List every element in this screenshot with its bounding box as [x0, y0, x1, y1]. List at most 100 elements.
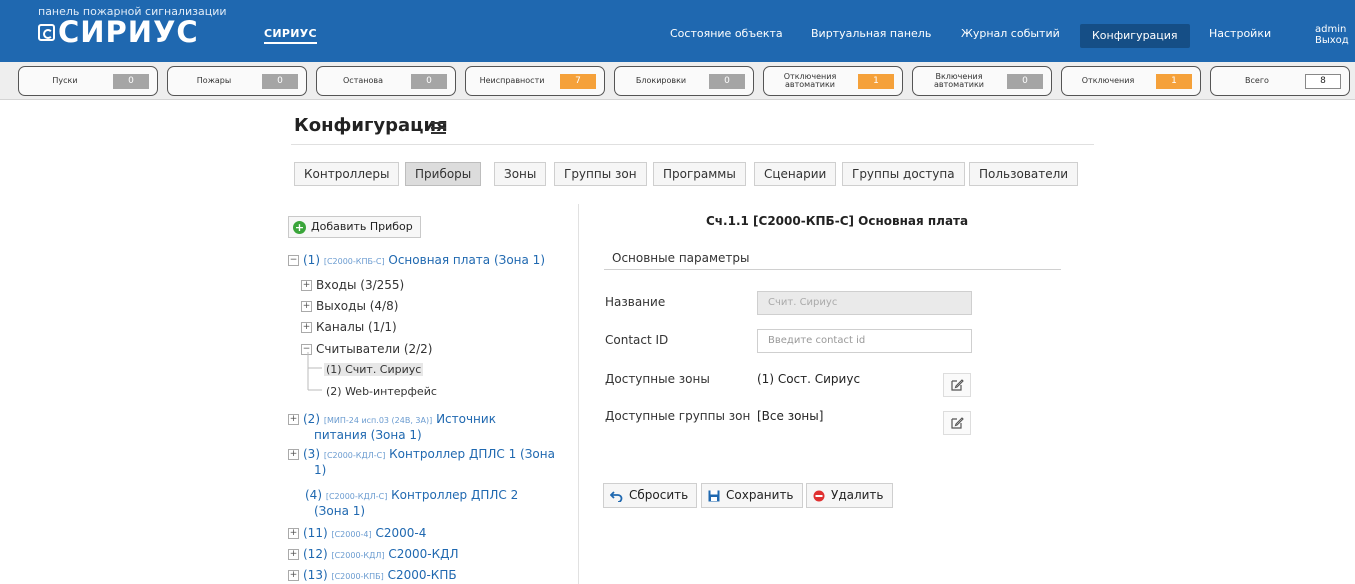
- counter-automatics-on[interactable]: Включения автоматики 0: [912, 66, 1052, 96]
- tab-zones[interactable]: Зоны: [494, 162, 547, 186]
- tree-device-1[interactable]: − (1) [C2000-КПБ-С] Основная плата (Зона …: [288, 253, 545, 269]
- expand-icon[interactable]: +: [301, 322, 312, 333]
- tab-users[interactable]: Пользователи: [969, 162, 1079, 186]
- tree-channels[interactable]: + Каналы (1/1): [301, 320, 397, 335]
- edit-zone-groups-button[interactable]: [943, 411, 971, 435]
- hamburger-icon[interactable]: [431, 122, 446, 134]
- counter-label: Всего: [1245, 76, 1269, 85]
- counter-value: 1: [858, 74, 894, 89]
- brand-logo[interactable]: панель пожарной сигнализации СИРИУС: [38, 6, 227, 49]
- page-title: Конфигурация: [294, 115, 448, 136]
- expand-icon[interactable]: +: [288, 414, 299, 425]
- tab-access-groups[interactable]: Группы доступа: [842, 162, 965, 186]
- counter-label: Пожары: [196, 76, 232, 85]
- edit-zones-button[interactable]: [943, 373, 971, 397]
- logout-link[interactable]: Выход: [1315, 35, 1349, 46]
- user-box: admin Выход: [1315, 24, 1349, 46]
- counter-fires[interactable]: Пожары 0: [167, 66, 307, 96]
- nav-virtual-panel[interactable]: Виртуальная панель: [811, 27, 931, 40]
- contact-id-input[interactable]: Введите contact id: [757, 329, 972, 353]
- counter-value: 0: [411, 74, 447, 89]
- counter-value: 0: [262, 74, 298, 89]
- counter-automatics-off[interactable]: Отключения автоматики 1: [763, 66, 903, 96]
- system-name-link[interactable]: СИРИУС: [264, 27, 317, 44]
- save-disk-icon: [708, 490, 720, 501]
- counter-value: 0: [1007, 74, 1043, 89]
- tab-devices[interactable]: Приборы: [405, 162, 482, 186]
- counter-value: 7: [560, 74, 596, 89]
- tree-outputs[interactable]: + Выходы (4/8): [301, 299, 398, 314]
- tree-device-2[interactable]: + (2) [МИП-24 исп.03 (24В, 3А)] Источник: [288, 412, 496, 428]
- tree-device-2-cont[interactable]: питания (Зона 1): [314, 428, 422, 443]
- zone-groups-value: [Все зоны]: [757, 409, 824, 423]
- detail-title: Сч.1.1 [С2000-КПБ-С] Основная плата: [706, 214, 969, 228]
- nav-event-log[interactable]: Журнал событий: [961, 27, 1060, 40]
- tab-scenarios[interactable]: Сценарии: [754, 162, 837, 186]
- edit-icon: [951, 417, 964, 429]
- section-divider: [604, 269, 1061, 270]
- tab-zone-groups[interactable]: Группы зон: [554, 162, 647, 186]
- tree-connector-lines: [307, 352, 322, 391]
- counter-blocks[interactable]: Блокировки 0: [614, 66, 754, 96]
- tab-programs[interactable]: Программы: [653, 162, 746, 186]
- nav-settings[interactable]: Настройки: [1209, 27, 1271, 40]
- save-button[interactable]: Сохранить: [701, 483, 803, 508]
- counters-bar: Пуски 0 Пожары 0 Останова 0 Неисправност…: [0, 62, 1355, 100]
- name-field: Счит. Сириус: [757, 291, 972, 315]
- counter-label: Пуски: [52, 76, 78, 85]
- collapse-icon[interactable]: −: [288, 255, 299, 266]
- counter-value: 1: [1156, 74, 1192, 89]
- zones-label: Доступные зоны: [605, 372, 710, 386]
- counter-label: Неисправности: [479, 76, 545, 85]
- counter-value: 0: [113, 74, 149, 89]
- counter-faults[interactable]: Неисправности 7: [465, 66, 605, 96]
- expand-icon[interactable]: +: [288, 528, 299, 539]
- section-title: Основные параметры: [612, 251, 750, 265]
- delete-button[interactable]: Удалить: [806, 483, 893, 508]
- nav-object-state[interactable]: Состояние объекта: [670, 27, 783, 40]
- zones-value: (1) Сост. Сириус: [757, 372, 861, 386]
- counter-label: Блокировки: [635, 76, 687, 85]
- tree-reader-2[interactable]: (2) Web-интерфейс: [326, 384, 437, 399]
- tree-inputs[interactable]: + Входы (3/255): [301, 278, 404, 293]
- expand-icon[interactable]: +: [288, 570, 299, 581]
- tree-device-11[interactable]: + (11) [C2000-4] С2000-4: [288, 526, 426, 542]
- user-name: admin: [1315, 24, 1347, 35]
- counter-starts[interactable]: Пуски 0: [18, 66, 158, 96]
- tree-device-4-cont[interactable]: (Зона 1): [314, 504, 365, 519]
- panel-divider: [578, 204, 579, 584]
- expand-icon[interactable]: +: [301, 301, 312, 312]
- counter-disabled[interactable]: Отключения 1: [1061, 66, 1201, 96]
- expand-icon[interactable]: +: [288, 549, 299, 560]
- nav-configuration[interactable]: Конфигурация: [1080, 24, 1190, 48]
- delete-icon: [813, 490, 825, 501]
- edit-icon: [951, 379, 964, 391]
- reset-button[interactable]: Сбросить: [603, 483, 698, 508]
- name-label: Название: [605, 295, 666, 309]
- counter-total[interactable]: Всего 8: [1210, 66, 1350, 96]
- tree-device-12[interactable]: + (12) [C2000-КДЛ] С2000-КДЛ: [288, 547, 459, 563]
- counter-stops[interactable]: Останова 0: [316, 66, 456, 96]
- zone-groups-label: Доступные группы зон: [605, 409, 751, 423]
- brand-mark-icon: [38, 23, 55, 41]
- counter-value: 0: [709, 74, 745, 89]
- counter-value: 8: [1305, 74, 1341, 89]
- counter-label: Отключения автоматики: [783, 72, 837, 89]
- tree-device-4[interactable]: (4) [C2000-КДЛ-С] Контроллер ДПЛС 2: [305, 488, 518, 504]
- counter-label: Включения автоматики: [934, 72, 984, 89]
- tab-controllers[interactable]: Контроллеры: [294, 162, 400, 186]
- counter-label: Останова: [343, 76, 383, 85]
- tree-device-13[interactable]: + (13) [C2000-КПБ] С2000-КПБ: [288, 568, 457, 584]
- add-device-label: Добавить Прибор: [311, 220, 413, 233]
- tree-device-3-cont[interactable]: 1): [314, 463, 326, 478]
- add-device-button[interactable]: + Добавить Прибор: [288, 216, 421, 238]
- tree-device-3[interactable]: + (3) [C2000-КДЛ-С] Контроллер ДПЛС 1 (Зо…: [288, 447, 555, 463]
- counter-label: Отключения: [1081, 76, 1135, 85]
- expand-icon[interactable]: +: [301, 280, 312, 291]
- undo-icon: [610, 490, 623, 502]
- title-divider: [291, 144, 1094, 145]
- expand-icon[interactable]: +: [288, 449, 299, 460]
- tree-reader-1[interactable]: (1) Счит. Сириус: [324, 362, 424, 377]
- add-icon: +: [293, 220, 306, 234]
- brand-name: СИРИУС: [58, 15, 199, 49]
